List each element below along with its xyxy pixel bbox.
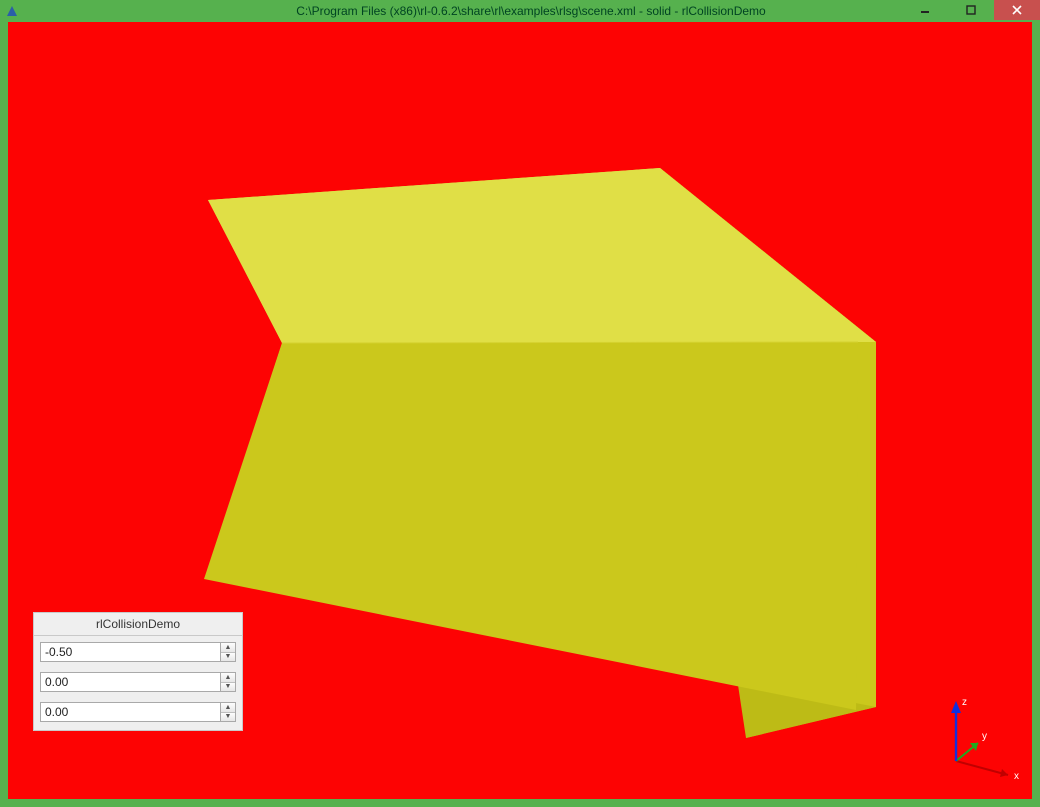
app-icon bbox=[4, 3, 20, 19]
titlebar[interactable]: C:\Program Files (x86)\rl-0.6.2\share\rl… bbox=[0, 0, 1040, 22]
spin-buttons-1: ▲ ▼ bbox=[220, 672, 236, 692]
minimize-button[interactable] bbox=[902, 0, 948, 20]
control-panel[interactable]: rlCollisionDemo ▲ ▼ bbox=[33, 612, 243, 731]
spin-row-2: ▲ ▼ bbox=[40, 702, 236, 722]
spin-up-1[interactable]: ▲ bbox=[221, 673, 235, 682]
close-button[interactable] bbox=[994, 0, 1040, 20]
spin-down-1[interactable]: ▼ bbox=[221, 682, 235, 692]
chevron-up-icon: ▲ bbox=[225, 644, 232, 651]
maximize-button[interactable] bbox=[948, 0, 994, 20]
box-top-face-clean bbox=[208, 168, 876, 343]
spin-up-2[interactable]: ▲ bbox=[221, 703, 235, 712]
spin-input-2[interactable] bbox=[40, 702, 220, 722]
spin-buttons-0: ▲ ▼ bbox=[220, 642, 236, 662]
minimize-icon bbox=[920, 5, 930, 15]
chevron-down-icon: ▼ bbox=[225, 683, 232, 690]
control-panel-body: ▲ ▼ ▲ ▼ bbox=[34, 636, 242, 730]
maximize-icon bbox=[966, 5, 976, 15]
chevron-down-icon: ▼ bbox=[225, 713, 232, 720]
spin-input-1[interactable] bbox=[40, 672, 220, 692]
spin-row-1: ▲ ▼ bbox=[40, 672, 236, 692]
spin-input-0[interactable] bbox=[40, 642, 220, 662]
control-panel-title: rlCollisionDemo bbox=[34, 613, 242, 636]
app-window: C:\Program Files (x86)\rl-0.6.2\share\rl… bbox=[0, 0, 1040, 807]
window-title: C:\Program Files (x86)\rl-0.6.2\share\rl… bbox=[26, 4, 1036, 18]
spin-buttons-2: ▲ ▼ bbox=[220, 702, 236, 722]
spin-down-2[interactable]: ▼ bbox=[221, 712, 235, 722]
viewport-3d[interactable]: x y z rlCollisionDemo ▲ bbox=[8, 22, 1032, 799]
box-front-face-clean bbox=[204, 342, 858, 710]
spin-down-0[interactable]: ▼ bbox=[221, 652, 235, 662]
chevron-down-icon: ▼ bbox=[225, 653, 232, 660]
chevron-up-icon: ▲ bbox=[225, 704, 232, 711]
chevron-up-icon: ▲ bbox=[225, 674, 232, 681]
window-controls bbox=[902, 0, 1040, 20]
spin-row-0: ▲ ▼ bbox=[40, 642, 236, 662]
spin-up-0[interactable]: ▲ bbox=[221, 643, 235, 652]
close-icon bbox=[1012, 5, 1022, 15]
